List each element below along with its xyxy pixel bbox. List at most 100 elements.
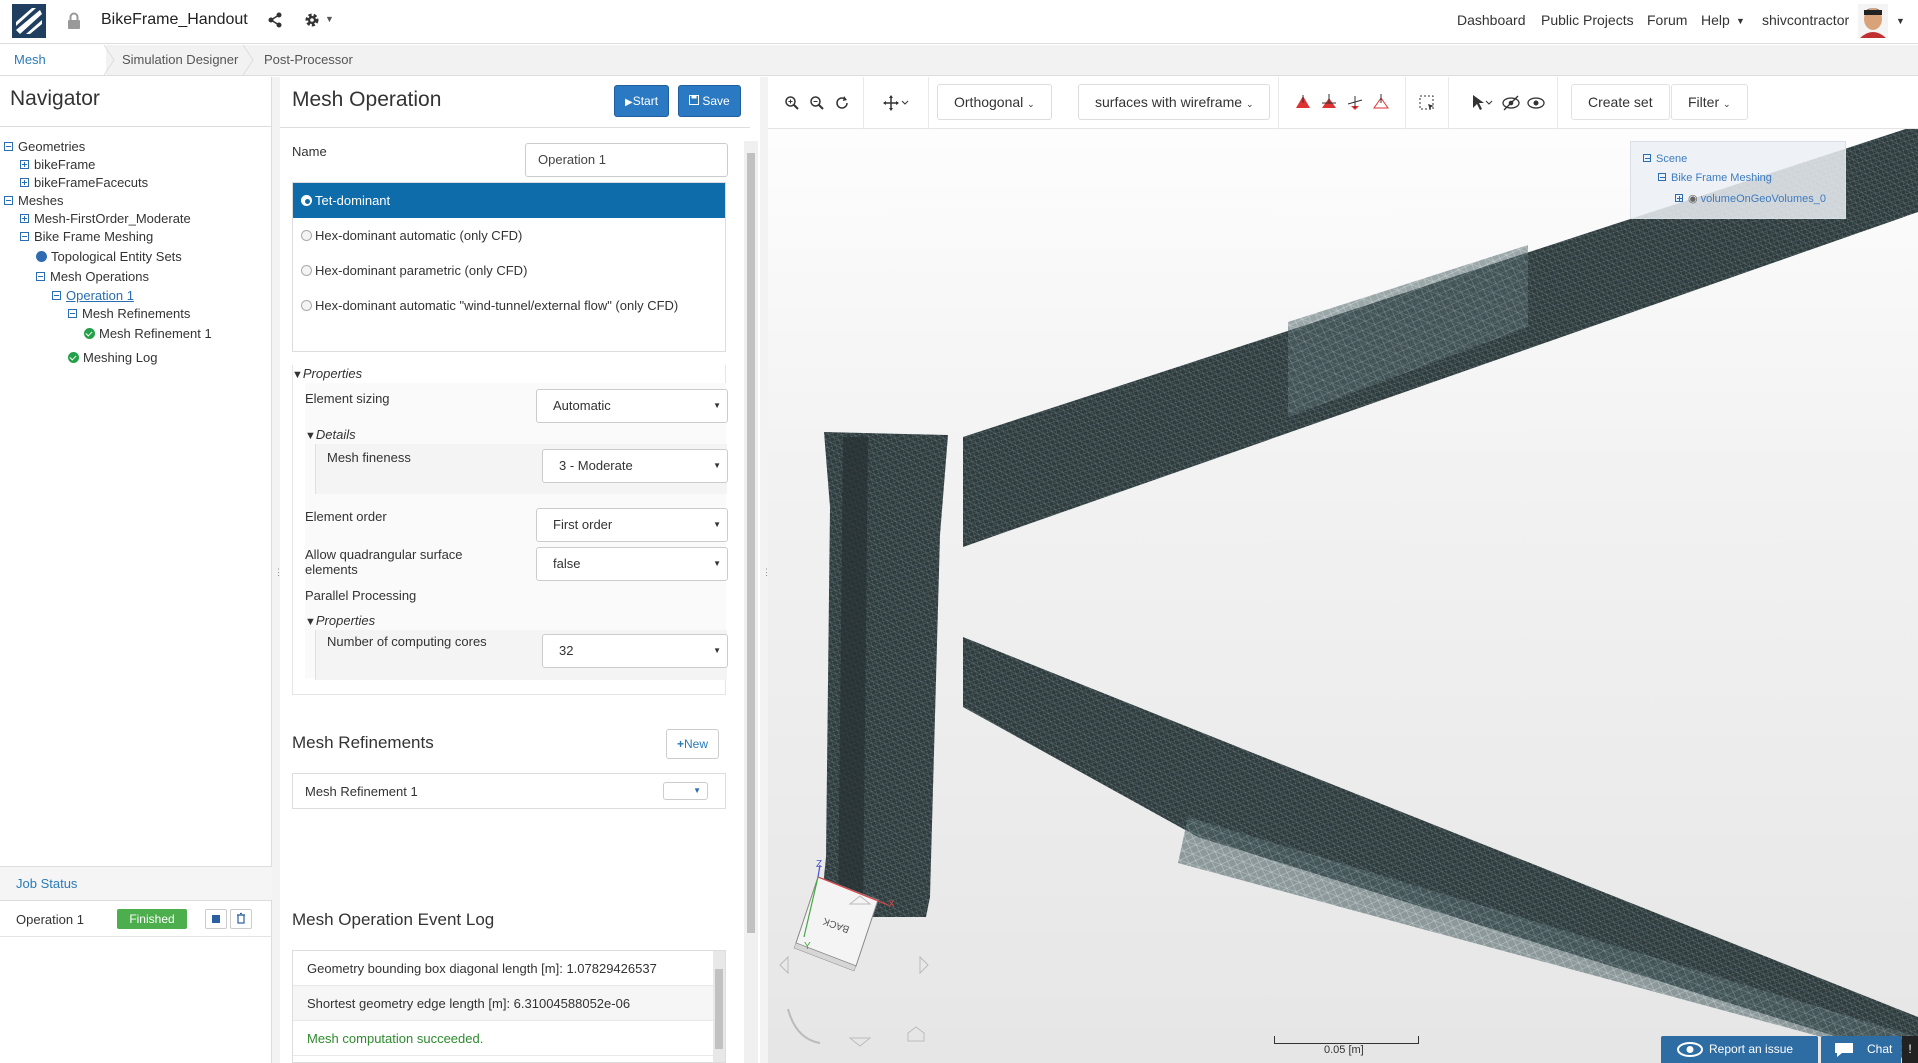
share-icon[interactable] (268, 12, 282, 28)
tab-mesh-creator[interactable]: Mesh Creator (0, 45, 106, 97)
select-cursor-icon[interactable] (1471, 94, 1493, 112)
collapse-icon[interactable] (4, 196, 13, 205)
tree-meshing-log[interactable]: Meshing Log (68, 350, 157, 365)
rotate-icon[interactable] (787, 1008, 821, 1044)
element-sizing-select[interactable]: Automatic (536, 389, 728, 423)
stop-button[interactable] (205, 909, 227, 929)
collapse-icon[interactable] (4, 142, 13, 151)
view-axis-3-icon[interactable] (1346, 94, 1364, 112)
radio-icon[interactable] (301, 265, 312, 276)
algorithm-tet-dominant[interactable]: Tet-dominant (293, 183, 725, 218)
tab-post-processor[interactable]: Post-Processor (250, 45, 367, 75)
panel-scrollbar-thumb[interactable] (747, 153, 755, 933)
collapse-icon[interactable] (36, 272, 45, 281)
left-splitter[interactable]: ⋮ (272, 77, 283, 1063)
element-order-select[interactable]: First order (536, 508, 728, 542)
tree-mesh-refinement-1[interactable]: Mesh Refinement 1 (84, 326, 212, 341)
collapse-icon[interactable] (20, 232, 29, 241)
render-mode-dropdown[interactable]: surfaces with wireframe ⌄ (1078, 84, 1271, 120)
scene-volume[interactable]: ◉ volumeOnGeoVolumes_0 (1675, 192, 1826, 205)
cores-select[interactable]: 32 (542, 634, 728, 668)
tree-meshes[interactable]: Meshes (4, 193, 64, 208)
view-axis-4-icon[interactable] (1372, 94, 1390, 112)
radio-icon[interactable] (301, 300, 312, 311)
mesh-fineness-select[interactable]: 3 - Moderate (542, 449, 728, 483)
tree-mesh-refinements[interactable]: Mesh Refinements (68, 306, 190, 321)
chevron-down-icon[interactable]: ▼ (325, 14, 334, 24)
hide-icon[interactable] (1502, 95, 1520, 111)
panel-scrollbar[interactable] (744, 141, 758, 1063)
save-button[interactable]: Save (678, 85, 741, 117)
nav-forum[interactable]: Forum (1647, 12, 1687, 28)
refresh-icon[interactable] (835, 96, 849, 110)
mesh-render[interactable]: X Z Y BACK (768, 77, 1918, 1063)
expand-icon[interactable] (1675, 194, 1683, 202)
tab-simulation-designer[interactable]: Simulation Designer (108, 45, 252, 75)
scene-bike-frame-meshing[interactable]: Bike Frame Meshing (1658, 172, 1772, 184)
collapse-icon[interactable] (52, 291, 61, 300)
radio-icon[interactable] (301, 230, 312, 241)
expand-icon[interactable] (20, 160, 29, 169)
tree-mesh-bikeframe[interactable]: Bike Frame Meshing (20, 229, 153, 244)
expand-icon[interactable] (20, 178, 29, 187)
tree-mesh-firstorder[interactable]: Mesh-FirstOrder_Moderate (20, 211, 191, 226)
arrow-right-icon[interactable] (919, 955, 929, 975)
feedback-button[interactable]: ! (1902, 1036, 1918, 1063)
create-set-button[interactable]: Create set (1571, 84, 1670, 120)
expand-icon[interactable] (20, 214, 29, 223)
arrow-left-icon[interactable] (779, 955, 789, 975)
algorithm-hex-wind-tunnel[interactable]: Hex-dominant automatic "wind-tunnel/exte… (293, 288, 725, 323)
log-scrollbar[interactable] (713, 951, 725, 1062)
view-axis-2-icon[interactable] (1320, 94, 1338, 112)
nav-dashboard[interactable]: Dashboard (1457, 12, 1526, 28)
tree-operation-1[interactable]: Operation 1 (52, 288, 134, 303)
visibility-eye-icon[interactable]: ◉ (1688, 193, 1698, 205)
tree-mesh-operations[interactable]: Mesh Operations (36, 269, 149, 284)
projection-dropdown[interactable]: Orthogonal ⌄ (937, 84, 1052, 120)
log-scrollbar-thumb[interactable] (715, 969, 723, 1049)
tree-geometry-bikeframe[interactable]: bikeFrame (20, 157, 95, 172)
right-splitter[interactable]: ⋮ (760, 77, 771, 1063)
home-icon[interactable] (907, 1026, 925, 1042)
delete-button[interactable] (230, 909, 252, 929)
collapse-icon[interactable] (68, 309, 77, 318)
report-issue-button[interactable]: Report an issue (1661, 1036, 1818, 1063)
tree-topological-sets[interactable]: Topological Entity Sets (36, 249, 182, 264)
view-axis-1-icon[interactable] (1294, 94, 1312, 112)
algorithm-hex-automatic[interactable]: Hex-dominant automatic (only CFD) (293, 218, 725, 253)
move-icon[interactable] (883, 95, 909, 111)
username[interactable]: shivcontractor (1762, 12, 1849, 28)
nav-help[interactable]: Help (1701, 12, 1730, 28)
3d-viewer[interactable]: X Z Y BACK (768, 77, 1918, 1063)
nav-public-projects[interactable]: Public Projects (1541, 12, 1634, 28)
details-toggle[interactable]: ▼Details (305, 427, 356, 442)
tree-geometry-facecuts[interactable]: bikeFrameFacecuts (20, 175, 148, 190)
box-select-icon[interactable] (1419, 95, 1435, 111)
radio-icon[interactable] (301, 195, 312, 206)
eye-icon[interactable] (1527, 95, 1545, 111)
refinement-row[interactable]: Mesh Refinement 1 ▼ (292, 773, 726, 809)
gear-icon[interactable] (303, 11, 321, 29)
algorithm-hex-parametric[interactable]: Hex-dominant parametric (only CFD) (293, 253, 725, 288)
help-chevron-down-icon[interactable]: ▼ (1736, 16, 1745, 26)
avatar[interactable] (1858, 4, 1888, 38)
refinement-actions-dropdown[interactable]: ▼ (663, 782, 708, 800)
caret-down-icon[interactable]: ▼ (305, 430, 316, 442)
user-chevron-down-icon[interactable]: ▼ (1896, 16, 1905, 26)
simscale-logo[interactable] (12, 4, 46, 38)
zoom-in-icon[interactable] (785, 96, 799, 110)
arrow-down-icon[interactable] (848, 1037, 872, 1047)
chat-button[interactable]: Chat (1821, 1036, 1901, 1063)
job-row[interactable]: Operation 1 Finished (0, 901, 272, 937)
quad-elements-select[interactable]: false (536, 547, 728, 581)
parallel-properties-toggle[interactable]: ▼Properties (305, 613, 375, 628)
new-refinement-button[interactable]: +New (666, 729, 720, 759)
collapse-icon[interactable] (1658, 173, 1666, 181)
caret-down-icon[interactable]: ▼ (305, 616, 316, 628)
start-button[interactable]: ▶Start (614, 85, 670, 117)
name-input[interactable]: Operation 1 (525, 143, 728, 177)
zoom-out-icon[interactable] (810, 96, 824, 110)
scene-root[interactable]: Scene (1643, 153, 1687, 165)
tree-geometries[interactable]: Geometries (4, 139, 85, 154)
collapse-icon[interactable] (1643, 154, 1651, 162)
